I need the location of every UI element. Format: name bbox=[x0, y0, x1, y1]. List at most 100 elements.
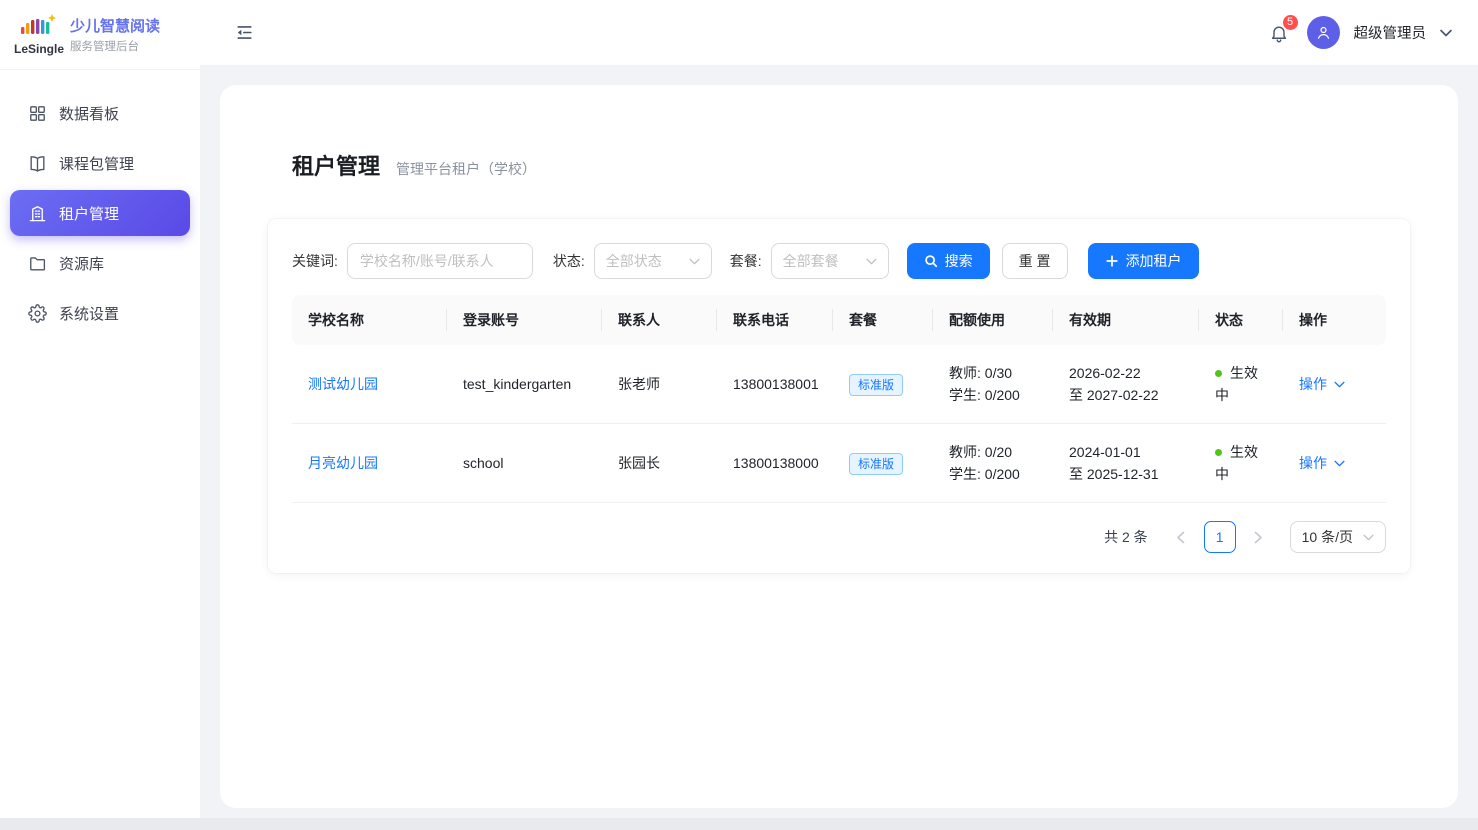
chevron-down-icon bbox=[1363, 534, 1374, 541]
quota-cell: 教师: 0/20 学生: 0/200 bbox=[933, 424, 1053, 503]
sidebar-item-dashboard[interactable]: 数据看板 bbox=[10, 90, 190, 136]
lesingle-logo-icon: LeSingle bbox=[14, 13, 60, 56]
col-quota: 配额使用 bbox=[933, 295, 1053, 345]
notification-button[interactable]: 5 bbox=[1265, 19, 1293, 47]
table-row: 月亮幼儿园 school 张园长 13800138000 标准版 教师: 0/2… bbox=[292, 424, 1386, 503]
keyword-label: 关键词: bbox=[292, 251, 338, 271]
school-name-link[interactable]: 月亮幼儿园 bbox=[308, 455, 378, 471]
col-contact: 联系人 bbox=[602, 295, 717, 345]
sidebar-item-label: 系统设置 bbox=[59, 303, 119, 324]
reset-button[interactable]: 重 置 bbox=[1002, 243, 1068, 279]
status-select-value: 全部状态 bbox=[606, 251, 662, 271]
gear-icon bbox=[28, 304, 47, 323]
content-card: 租户管理 管理平台租户（学校） 关键词: 状态: 全部状态 套餐: bbox=[220, 85, 1458, 808]
col-actions: 操作 bbox=[1283, 295, 1386, 345]
col-phone: 联系电话 bbox=[717, 295, 833, 345]
chevron-down-icon bbox=[866, 258, 877, 265]
add-tenant-button[interactable]: 添加租户 bbox=[1088, 243, 1199, 279]
sidebar-collapse-button[interactable] bbox=[230, 19, 258, 47]
pagination-page-1[interactable]: 1 bbox=[1204, 521, 1236, 553]
page-title: 租户管理 bbox=[292, 149, 380, 181]
main-content: 租户管理 管理平台租户（学校） 关键词: 状态: 全部状态 套餐: bbox=[200, 66, 1478, 818]
keyword-input[interactable] bbox=[347, 243, 533, 279]
validity-cell: 2024-01-01 至 2025-12-31 bbox=[1053, 424, 1199, 503]
page-subtitle: 管理平台租户（学校） bbox=[396, 159, 536, 179]
status-cell: 生效中 bbox=[1199, 345, 1283, 424]
app-window: LeSingle 少儿智慧阅读 服务管理后台 数据看板 课程包管理 bbox=[0, 0, 1478, 818]
plan-select[interactable]: 全部套餐 bbox=[771, 243, 889, 279]
dashboard-icon bbox=[28, 104, 47, 123]
login-account: test_kindergarten bbox=[447, 345, 602, 424]
chevron-down-icon bbox=[689, 258, 700, 265]
status-select[interactable]: 全部状态 bbox=[594, 243, 712, 279]
pagination: 共 2 条 1 10 条/页 bbox=[292, 521, 1386, 553]
table-row: 测试幼儿园 test_kindergarten 张老师 13800138001 … bbox=[292, 345, 1386, 424]
quota-student: 学生: 0/200 bbox=[949, 463, 1037, 485]
sidebar-item-label: 资源库 bbox=[59, 253, 104, 274]
sidebar: LeSingle 少儿智慧阅读 服务管理后台 数据看板 课程包管理 bbox=[0, 0, 200, 818]
sidebar-item-label: 数据看板 bbox=[59, 103, 119, 124]
page-size-value: 10 条/页 bbox=[1302, 527, 1353, 547]
notification-badge: 5 bbox=[1282, 14, 1299, 31]
row-actions-dropdown[interactable]: 操作 bbox=[1299, 452, 1345, 474]
search-button[interactable]: 搜索 bbox=[907, 243, 990, 279]
brand-subtitle: 服务管理后台 bbox=[70, 38, 160, 54]
page-head: 租户管理 管理平台租户（学校） bbox=[292, 149, 1410, 181]
plus-icon bbox=[1105, 254, 1119, 268]
quota-student: 学生: 0/200 bbox=[949, 384, 1037, 406]
filter-bar: 关键词: 状态: 全部状态 套餐: 全部套餐 bbox=[292, 243, 1386, 279]
col-validity: 有效期 bbox=[1053, 295, 1199, 345]
row-actions-dropdown[interactable]: 操作 bbox=[1299, 373, 1345, 395]
pagination-prev-button[interactable] bbox=[1166, 522, 1196, 552]
valid-to: 至 2027-02-22 bbox=[1069, 384, 1183, 406]
school-name-link[interactable]: 测试幼儿园 bbox=[308, 376, 378, 392]
quota-cell: 教师: 0/30 学生: 0/200 bbox=[933, 345, 1053, 424]
book-icon bbox=[28, 154, 47, 173]
chevron-left-icon bbox=[1176, 531, 1185, 544]
col-login-account: 登录账号 bbox=[447, 295, 602, 345]
status-dot-icon bbox=[1215, 370, 1222, 377]
plan-tag: 标准版 bbox=[849, 453, 903, 475]
brand: LeSingle 少儿智慧阅读 服务管理后台 bbox=[0, 0, 200, 70]
sidebar-item-label: 租户管理 bbox=[59, 203, 119, 224]
sidebar-nav: 数据看板 课程包管理 租户管理 资源库 bbox=[0, 70, 200, 338]
chevron-down-icon bbox=[1334, 460, 1345, 467]
valid-from: 2026-02-22 bbox=[1069, 362, 1183, 384]
chevron-down-icon bbox=[1334, 381, 1345, 388]
sidebar-item-label: 课程包管理 bbox=[59, 153, 134, 174]
folder-icon bbox=[28, 254, 47, 273]
tenant-table: 学校名称 登录账号 联系人 联系电话 套餐 配额使用 有效期 状态 操作 bbox=[292, 295, 1386, 503]
contact-phone: 13800138001 bbox=[717, 345, 833, 424]
chevron-down-icon[interactable] bbox=[1440, 29, 1452, 37]
quota-teacher: 教师: 0/30 bbox=[949, 362, 1037, 384]
col-status: 状态 bbox=[1199, 295, 1283, 345]
top-header: 5 超级管理员 bbox=[200, 0, 1478, 66]
user-name[interactable]: 超级管理员 bbox=[1354, 22, 1427, 43]
logo-wordmark: LeSingle bbox=[14, 42, 60, 56]
sidebar-item-resource-library[interactable]: 资源库 bbox=[10, 240, 190, 286]
sidebar-item-course-packages[interactable]: 课程包管理 bbox=[10, 140, 190, 186]
valid-to: 至 2025-12-31 bbox=[1069, 463, 1183, 485]
menu-fold-icon bbox=[235, 23, 254, 42]
quota-teacher: 教师: 0/20 bbox=[949, 441, 1037, 463]
sidebar-item-tenant-management[interactable]: 租户管理 bbox=[10, 190, 190, 236]
table-header-row: 学校名称 登录账号 联系人 联系电话 套餐 配额使用 有效期 状态 操作 bbox=[292, 295, 1386, 345]
contact-phone: 13800138000 bbox=[717, 424, 833, 503]
plan-select-value: 全部套餐 bbox=[783, 251, 839, 271]
status-label: 状态: bbox=[553, 251, 585, 271]
pagination-total: 共 2 条 bbox=[1104, 527, 1148, 547]
status-cell: 生效中 bbox=[1199, 424, 1283, 503]
logo-bars-icon bbox=[15, 13, 59, 39]
building-icon bbox=[28, 204, 47, 223]
avatar[interactable] bbox=[1307, 16, 1340, 49]
search-icon bbox=[924, 254, 938, 268]
plan-tag: 标准版 bbox=[849, 374, 903, 396]
sidebar-item-system-settings[interactable]: 系统设置 bbox=[10, 290, 190, 336]
page-size-select[interactable]: 10 条/页 bbox=[1290, 521, 1386, 553]
user-icon bbox=[1315, 24, 1332, 41]
pagination-next-button[interactable] bbox=[1244, 522, 1274, 552]
valid-from: 2024-01-01 bbox=[1069, 441, 1183, 463]
col-school-name: 学校名称 bbox=[292, 295, 447, 345]
login-account: school bbox=[447, 424, 602, 503]
tenant-panel: 关键词: 状态: 全部状态 套餐: 全部套餐 bbox=[268, 219, 1410, 573]
